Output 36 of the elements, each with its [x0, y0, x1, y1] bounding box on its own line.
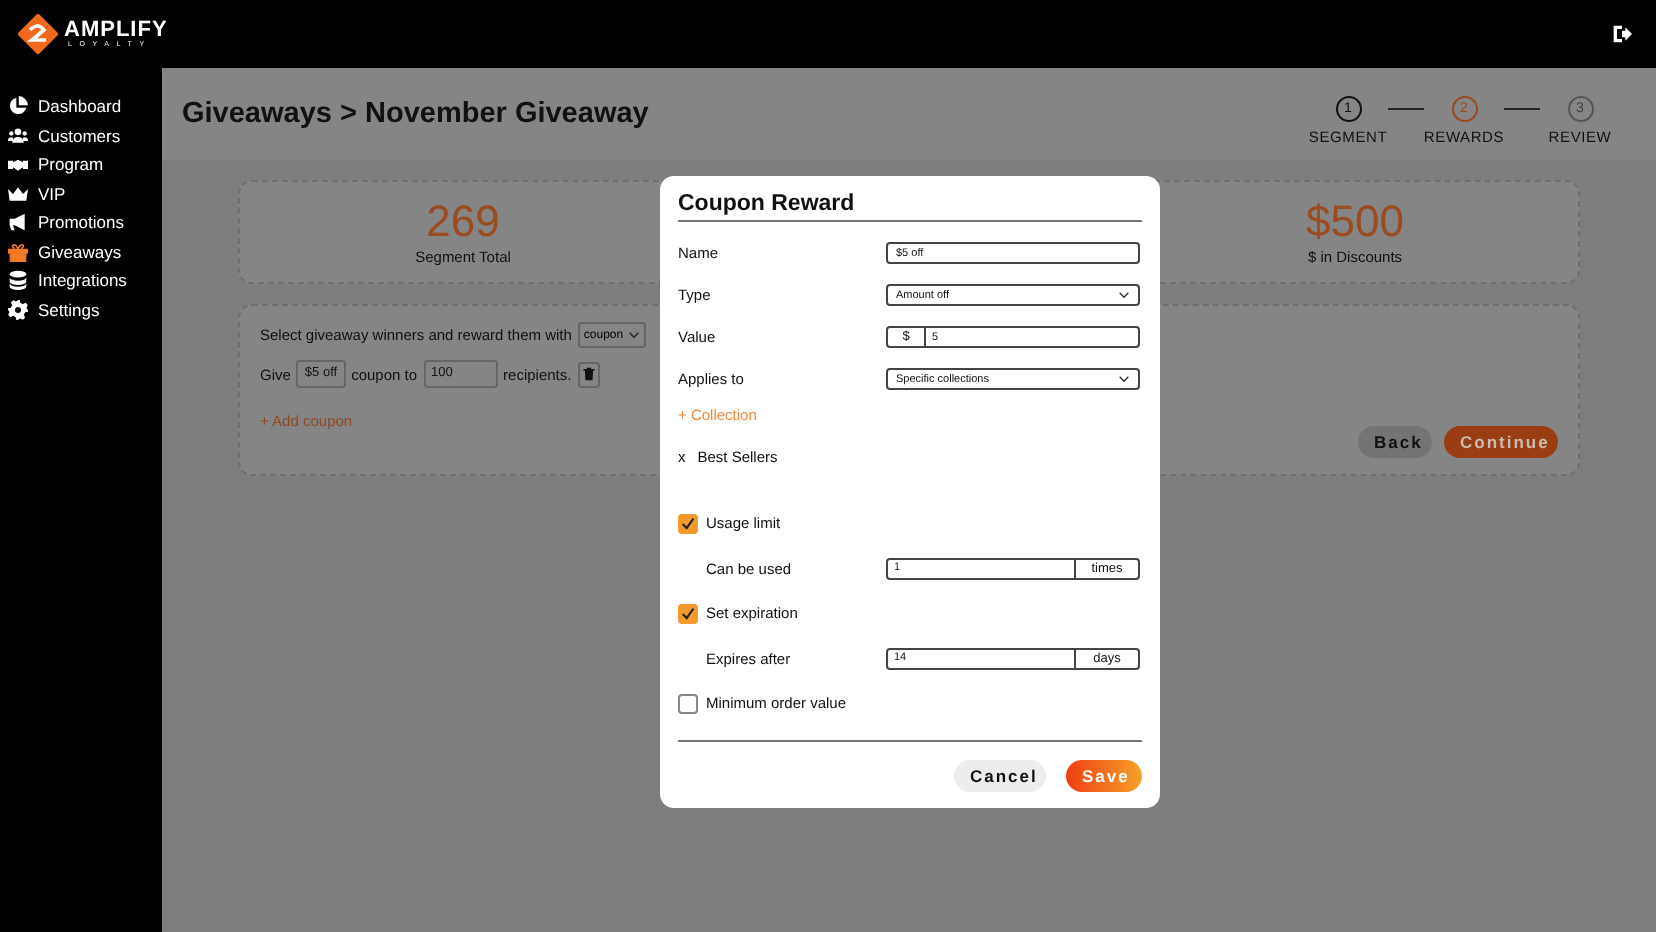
- sidebar-item[interactable]: Promotions: [0, 208, 162, 237]
- megaphone-icon: [8, 212, 28, 233]
- back-button[interactable]: Back: [1358, 426, 1432, 458]
- pie-chart-icon: [8, 96, 28, 117]
- stat-value: $500: [1306, 199, 1404, 243]
- crown-icon: [8, 183, 28, 204]
- handshake-icon: [8, 154, 28, 175]
- sidebar-item[interactable]: VIP: [0, 179, 162, 208]
- sidebar-item[interactable]: Program: [0, 150, 162, 179]
- chevron-down-icon: [627, 330, 640, 340]
- sidebar-item[interactable]: Giveaways: [0, 237, 162, 266]
- gift-icon: [8, 241, 28, 262]
- dialog-title: Coupon Reward: [678, 192, 1142, 222]
- chevron-down-icon: [1118, 290, 1130, 300]
- settings-icon: [8, 299, 28, 320]
- database-icon: [8, 270, 28, 291]
- checkbox[interactable]: [678, 693, 698, 713]
- trash-icon: [581, 366, 596, 382]
- logo-icon: [18, 14, 58, 54]
- checkmark-icon: [680, 605, 696, 621]
- cancel-button[interactable]: Cancel: [954, 760, 1046, 792]
- checkmark-icon: [680, 515, 696, 531]
- continue-button[interactable]: Continue: [1444, 426, 1558, 458]
- people-icon: [8, 125, 28, 146]
- page-title: Giveaways > November Giveaway: [182, 98, 649, 130]
- checkbox[interactable]: [678, 603, 698, 623]
- sidebar-item[interactable]: Dashboard: [0, 92, 162, 121]
- delete-button[interactable]: [577, 361, 600, 387]
- stat-value: 269: [426, 199, 500, 243]
- sidebar-item[interactable]: Settings: [0, 295, 162, 324]
- sidebar-item[interactable]: Integrations: [0, 266, 162, 295]
- logout-icon[interactable]: [1612, 24, 1632, 44]
- chevron-down-icon: [1118, 374, 1130, 384]
- brand-name: AMPLIFY: [64, 19, 168, 42]
- sidebar-item[interactable]: Customers: [0, 121, 162, 150]
- checkbox[interactable]: [678, 513, 698, 533]
